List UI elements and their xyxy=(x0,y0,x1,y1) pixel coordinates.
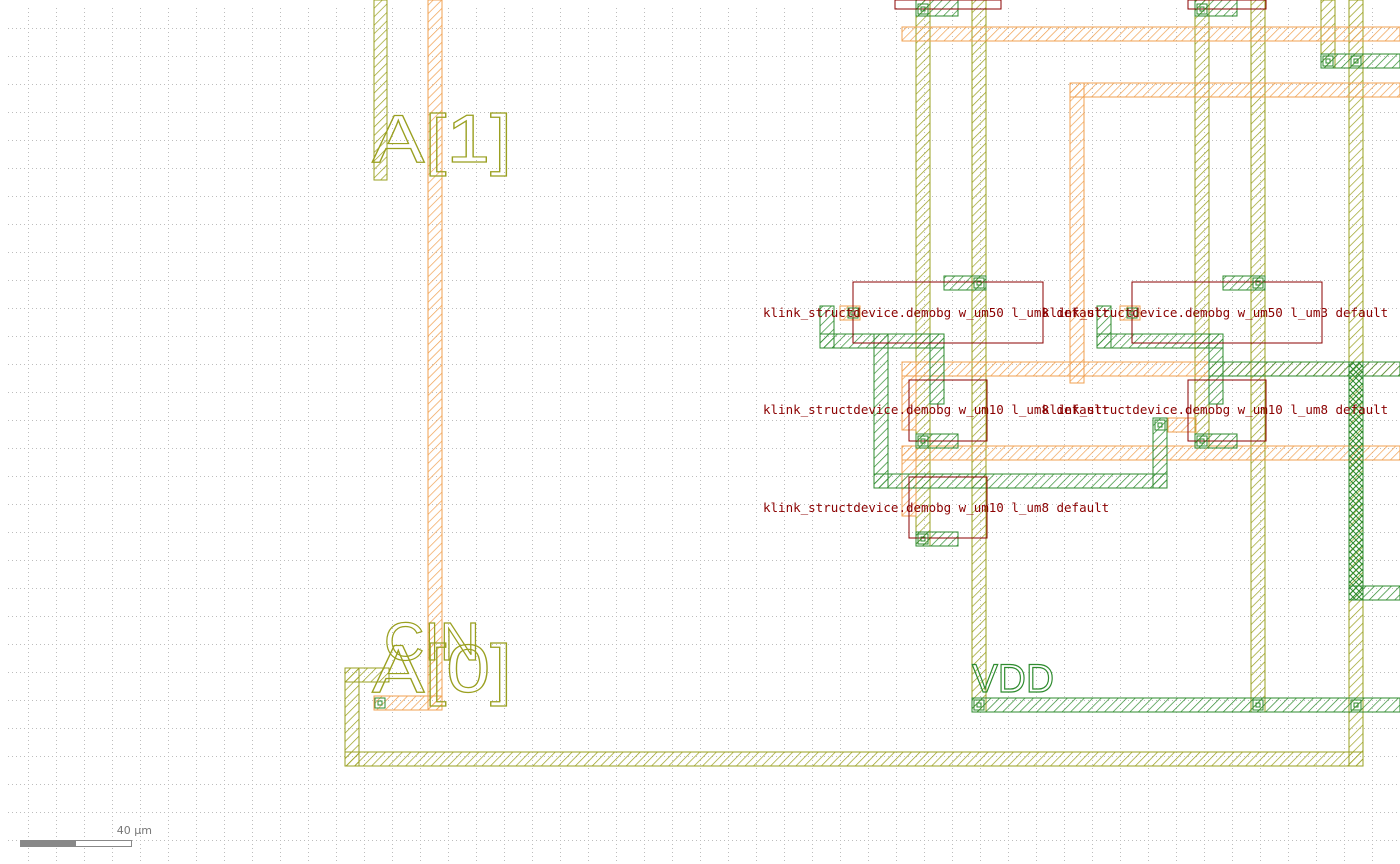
green-wire-left-loop-down[interactable] xyxy=(929,333,945,405)
olive-wire-col-2[interactable] xyxy=(971,0,987,713)
green-wire-lower-bus[interactable] xyxy=(873,473,1168,489)
green-wire-right-row[interactable] xyxy=(1208,361,1400,377)
device-label-4[interactable]: klink_structdevice.demobg w_um10 l_um8 d… xyxy=(1042,402,1388,417)
scale-label: 40 µm xyxy=(116,824,152,837)
scale-bar: 40 µm xyxy=(20,822,152,848)
orange-wire-top-bus[interactable] xyxy=(901,26,1400,42)
cross-hatch-overlap xyxy=(1348,361,1364,601)
background-grid xyxy=(6,6,1400,864)
device-label-5[interactable]: klink_structdevice.demobg w_um10 l_um8 d… xyxy=(763,500,1109,515)
orange-wire-mid-drop[interactable] xyxy=(1069,82,1085,384)
olive-wire-col-1[interactable] xyxy=(915,0,931,547)
olive-wire-left-rise[interactable] xyxy=(344,667,360,767)
orange-wire-mid-bus-top[interactable] xyxy=(1069,82,1400,98)
layout-canvas[interactable]: A[1] A[0] CIN VDD klink_structdevice.dem… xyxy=(0,0,1400,864)
olive-wire-col-4[interactable] xyxy=(1250,0,1266,713)
orange-wire-contact-c[interactable] xyxy=(1167,417,1197,433)
olive-wire-bottom-bus[interactable] xyxy=(344,751,1364,767)
olive-wire-col-3[interactable] xyxy=(1194,0,1210,449)
device-label-2[interactable]: klink_structdevice.demobg w_um50 l_um3 d… xyxy=(1042,305,1388,320)
green-wire-right-loop-top[interactable] xyxy=(1096,333,1224,349)
scale-fill xyxy=(21,841,76,846)
scale-track xyxy=(20,840,132,847)
pin-label-vdd[interactable]: VDD xyxy=(971,656,1054,701)
orange-wire-row-2[interactable] xyxy=(901,445,1400,461)
pin-label-a1[interactable]: A[1] xyxy=(371,100,512,177)
pin-label-cin[interactable]: CIN xyxy=(383,611,480,672)
